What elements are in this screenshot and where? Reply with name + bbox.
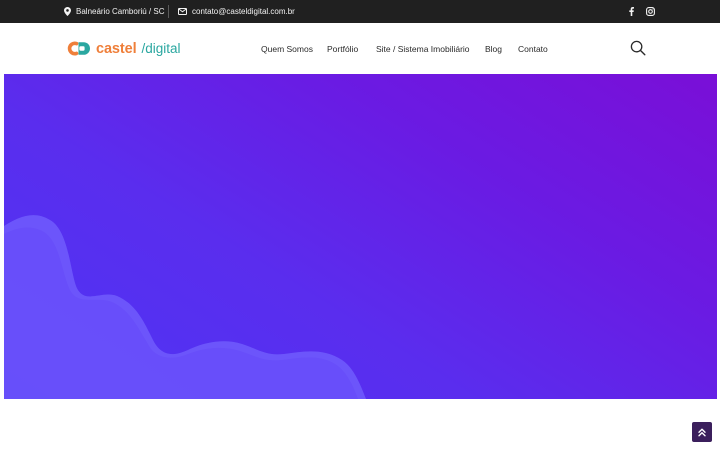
email-info[interactable]: contato@casteldigital.com.br	[178, 0, 295, 23]
map-pin-icon	[64, 7, 71, 16]
location-text: Balneário Camboriú / SC	[76, 7, 165, 16]
double-chevron-up-icon[interactable]	[698, 428, 706, 437]
search-icon[interactable]	[630, 40, 646, 56]
scroll-to-top-button[interactable]	[692, 422, 712, 442]
nav-item-portfolio[interactable]: Portfólio	[327, 23, 358, 74]
nav-item-site-sistema[interactable]: Site / Sistema Imobiliário	[376, 23, 470, 74]
nav-item-contato[interactable]: Contato	[518, 23, 548, 74]
site-header: castel /digital Quem Somos Portfólio Sit…	[0, 23, 720, 74]
top-bar: Balneário Camboriú / SC contato@casteldi…	[0, 0, 720, 23]
search-button[interactable]	[630, 40, 646, 56]
nav-item-blog[interactable]: Blog	[485, 23, 502, 74]
instagram-icon[interactable]	[646, 7, 655, 16]
hero-wave-shape	[4, 215, 366, 399]
facebook-icon[interactable]	[629, 7, 634, 16]
logo-suffix: /digital	[141, 41, 181, 56]
location-info: Balneário Camboriú / SC	[64, 0, 164, 23]
hero-banner	[4, 74, 717, 399]
facebook-link[interactable]	[629, 0, 634, 23]
nav-item-quem-somos[interactable]: Quem Somos	[261, 23, 313, 74]
logo[interactable]: castel /digital	[66, 40, 181, 57]
email-link[interactable]: contato@casteldigital.com.br	[192, 7, 295, 16]
logo-mark-icon	[67, 41, 90, 56]
logo-word: castel	[96, 40, 137, 57]
envelope-icon	[178, 8, 187, 15]
topbar-divider	[168, 5, 169, 18]
instagram-link[interactable]	[646, 0, 655, 23]
